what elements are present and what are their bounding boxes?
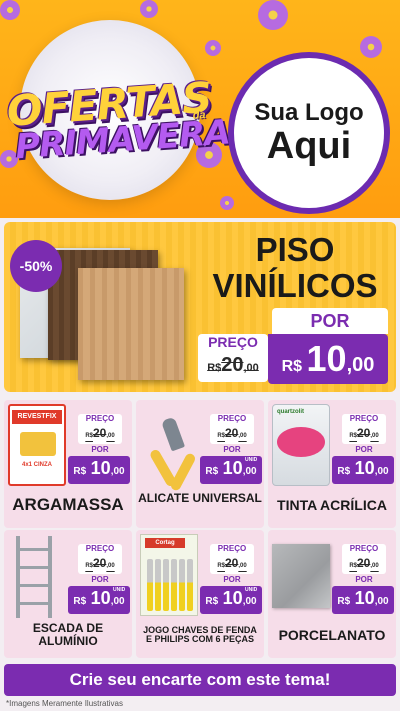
por-label: POR bbox=[355, 575, 373, 584]
product-name: ARGAMASSA bbox=[12, 495, 124, 514]
header-banner: OFERTAS PRIMAVERA da Sua Logo Aqui bbox=[0, 0, 400, 218]
old-dec: ,00 bbox=[243, 362, 259, 374]
featured-name-line1: PISO bbox=[255, 231, 335, 268]
preco-label: PREÇO bbox=[85, 544, 115, 553]
featured-product-name: PISO VINÍLICOS bbox=[200, 231, 390, 305]
product-name: TINTA ACRÍLICA bbox=[277, 497, 387, 513]
new-int: 10 bbox=[306, 338, 347, 379]
bucket-icon bbox=[20, 432, 56, 456]
promo-title: OFERTAS PRIMAVERA da bbox=[5, 73, 231, 176]
featured-name-line2: VINÍLICOS bbox=[212, 267, 378, 305]
flower-icon bbox=[205, 40, 221, 56]
new-price: R$ 10,00 bbox=[73, 458, 125, 478]
preco-label: PREÇO bbox=[85, 414, 115, 423]
promo-title-da: da bbox=[192, 109, 206, 122]
product-brand: quartzolit bbox=[277, 409, 304, 415]
product-name: ALICATE UNIVERSAL bbox=[138, 491, 262, 505]
unit-label: UNID bbox=[113, 587, 126, 593]
product-brand: Cortag bbox=[145, 538, 185, 548]
mortar-bag-icon: REVESTFIX 4x1 CINZA bbox=[8, 404, 66, 486]
discount-badge: -50% bbox=[10, 240, 62, 292]
new-price: R$ 10,00 bbox=[337, 588, 389, 608]
old-price: R$20,00 bbox=[217, 426, 247, 440]
new-currency: R$ bbox=[281, 358, 303, 375]
unit-label: UNID bbox=[245, 587, 258, 593]
old-price: R$20,00 bbox=[349, 556, 379, 570]
product-card[interactable]: Cortag PREÇO R$20,00 POR R$ 10,00 UNID J… bbox=[136, 530, 264, 658]
unit-label: UNID bbox=[245, 457, 258, 463]
product-card[interactable]: PREÇO R$20,00 POR R$ 10,00 UNID ALICATE … bbox=[136, 400, 264, 528]
flower-icon bbox=[258, 0, 288, 30]
featured-preco-label: PREÇO bbox=[208, 334, 258, 350]
por-label: POR bbox=[223, 445, 241, 454]
preco-label: PREÇO bbox=[217, 544, 247, 553]
disclaimer-text: *Imagens Meramente Ilustrativas bbox=[6, 699, 123, 708]
new-price: R$ 10,00 bbox=[337, 458, 389, 478]
flower-icon bbox=[220, 196, 234, 210]
old-price: R$20,00 bbox=[349, 426, 379, 440]
screwdriver-set-icon: Cortag bbox=[140, 534, 198, 616]
product-brand-sub: 4x1 CINZA bbox=[21, 462, 52, 468]
old-price: R$20,00 bbox=[85, 556, 115, 570]
preco-label: PREÇO bbox=[349, 414, 379, 423]
por-label: POR bbox=[223, 575, 241, 584]
ladder-icon bbox=[8, 534, 66, 618]
logo-text-line1: Sua Logo bbox=[254, 99, 364, 127]
old-price: R$20,00 bbox=[217, 556, 247, 570]
product-name: PORCELANATO bbox=[278, 627, 386, 643]
paint-can-icon: quartzolit bbox=[272, 404, 330, 486]
por-label: POR bbox=[91, 575, 109, 584]
preco-label: PREÇO bbox=[217, 414, 247, 423]
logo-text-line2: Aqui bbox=[266, 125, 352, 168]
por-label: POR bbox=[355, 445, 373, 454]
vinyl-floor-light-icon bbox=[78, 268, 184, 380]
featured-new-price: R$ 10,00 bbox=[268, 338, 388, 380]
new-dec: ,00 bbox=[346, 354, 375, 376]
product-card[interactable]: REVESTFIX 4x1 CINZA PREÇO R$20,00 POR R$… bbox=[4, 400, 132, 528]
flower-icon bbox=[0, 0, 20, 20]
old-price: R$20,00 bbox=[85, 426, 115, 440]
porcelain-tile-icon bbox=[272, 544, 330, 608]
flower-icon bbox=[140, 0, 158, 18]
product-card[interactable]: PREÇO R$20,00 POR R$ 10,00 UNID ESCADA D… bbox=[4, 530, 132, 658]
featured-por-label: POR bbox=[272, 308, 388, 334]
flower-icon bbox=[360, 36, 382, 58]
old-int: 20 bbox=[221, 354, 244, 376]
create-flyer-button[interactable]: Crie seu encarte com este tema! bbox=[4, 664, 396, 696]
pliers-icon bbox=[140, 404, 198, 493]
product-name: ESCADA DE ALUMÍNIO bbox=[32, 621, 104, 648]
logo-placeholder[interactable]: Sua Logo Aqui bbox=[228, 52, 390, 214]
por-label: POR bbox=[91, 445, 109, 454]
product-card[interactable]: PREÇO R$20,00 POR R$ 10,00 PORCELANATO bbox=[268, 530, 396, 658]
product-name: JOGO CHAVES DE FENDA E PHILIPS COM 6 PEÇ… bbox=[143, 625, 257, 645]
product-brand: REVESTFIX bbox=[12, 410, 62, 424]
preco-label: PREÇO bbox=[349, 544, 379, 553]
product-card[interactable]: quartzolit PREÇO R$20,00 POR R$ 10,00 TI… bbox=[268, 400, 396, 528]
featured-old-price: R$20,00 bbox=[198, 354, 268, 377]
old-currency: R$ bbox=[207, 362, 222, 374]
